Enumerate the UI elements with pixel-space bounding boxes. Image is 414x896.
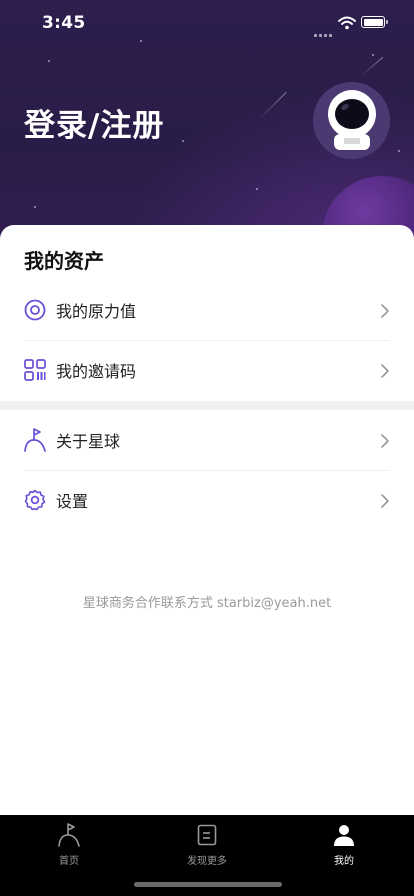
- home-indicator: [134, 882, 282, 887]
- login-register-link[interactable]: 登录/注册: [24, 100, 164, 145]
- star: [34, 206, 36, 208]
- shooting-star: [359, 56, 384, 77]
- menu-item-settings[interactable]: 设置: [24, 470, 390, 530]
- planet-flag-icon: [19, 823, 119, 847]
- avatar[interactable]: [313, 82, 390, 159]
- menu-item-force-value[interactable]: 我的原力值: [24, 280, 390, 340]
- planet-flag-icon: [24, 428, 46, 452]
- tab-label: 首页: [59, 856, 79, 867]
- menu-item-label: 关于星球: [56, 432, 121, 451]
- tab-discover-more[interactable]: 发现更多: [157, 823, 257, 867]
- tab-label: 我的: [334, 856, 354, 867]
- status-time: 3:45: [42, 13, 86, 33]
- tab-label: 发现更多: [187, 856, 227, 867]
- battery-icon: [361, 16, 388, 28]
- status-bar: 3:45: [0, 0, 414, 46]
- chevron-right-icon: [380, 433, 390, 448]
- chevron-right-icon: [380, 363, 390, 378]
- star: [398, 150, 400, 152]
- shooting-star: [257, 91, 287, 121]
- menu-item-label: 我的原力值: [56, 302, 137, 321]
- menu-item-about-planet[interactable]: 关于星球: [24, 410, 390, 470]
- profile-header: 3:45 登录/注册: [0, 0, 414, 250]
- star: [48, 60, 50, 62]
- document-icon: [157, 823, 257, 847]
- qr-code-icon: [24, 359, 46, 381]
- my-assets-heading: 我的资产: [24, 249, 104, 273]
- wifi-icon: [338, 15, 356, 34]
- star: [256, 188, 258, 190]
- star: [372, 54, 374, 56]
- menu-sheet: 我的资产 我的原力值 我的邀请码 关于星球 设置 星球商务合作联系方式 star…: [0, 225, 414, 815]
- astronaut-icon: [322, 86, 382, 156]
- target-circle-icon: [24, 299, 46, 321]
- menu-item-label: 我的邀请码: [56, 362, 137, 381]
- tab-home[interactable]: 首页: [19, 823, 119, 867]
- menu-item-invite-code[interactable]: 我的邀请码: [24, 340, 390, 400]
- person-icon: [294, 823, 394, 847]
- business-contact-text: 星球商务合作联系方式 starbiz@yeah.net: [82, 596, 332, 611]
- menu-item-label: 设置: [56, 492, 89, 511]
- chevron-right-icon: [380, 493, 390, 508]
- chevron-right-icon: [380, 303, 390, 318]
- gear-icon: [24, 489, 46, 511]
- section-separator: [0, 401, 414, 410]
- star: [182, 140, 184, 142]
- tab-mine[interactable]: 我的: [294, 823, 394, 867]
- cellular-signal-icon: [314, 22, 334, 37]
